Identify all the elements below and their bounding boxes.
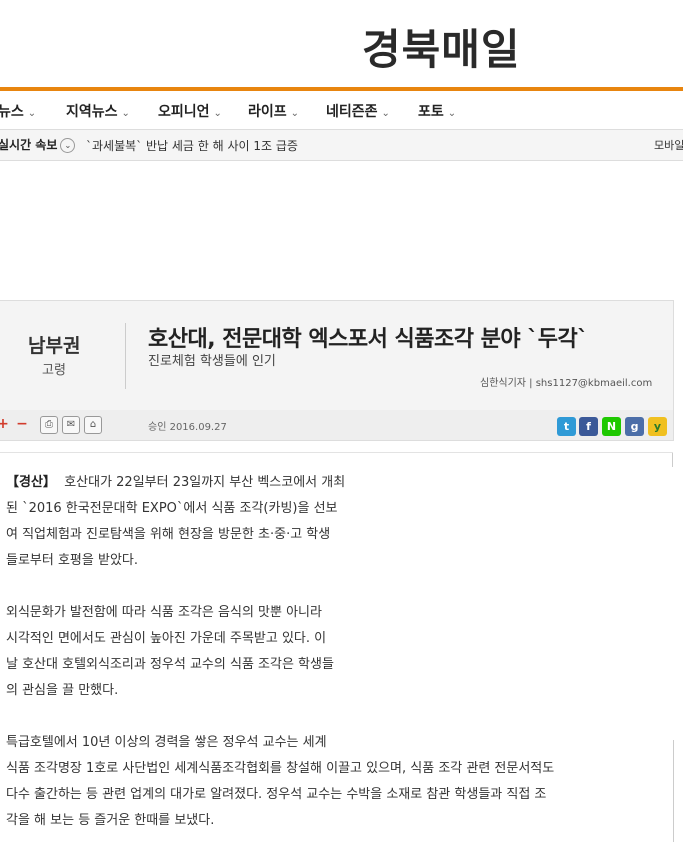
font-decrease-button[interactable]: − [15,417,29,431]
nav-item-photo[interactable]: 포토 ⌄ [418,101,456,121]
divider [125,323,126,389]
content-border [673,740,674,842]
paragraph-line-text: 호산대가 22일부터 23일까지 부산 벡스코에서 개최 [64,475,346,490]
nav-item-life[interactable]: 라이프 ⌄ [248,101,299,121]
paragraph-line: 여 직업체험과 진로탐색을 위해 현장을 방문한 초·중·고 학생 [6,527,331,542]
chevron-down-icon: ⌄ [381,108,390,119]
yozm-icon[interactable]: y [648,417,667,436]
article-byline[interactable]: 심한식기자 | shs1127@kbmaeil.com [480,374,652,389]
paragraph-line: 들로부터 호평을 받았다. [6,553,138,568]
mobile-link[interactable]: 모바일 [654,137,683,153]
article-body: 【경산】 호산대가 22일부터 23일까지 부산 벡스코에서 개최 된 `201… [6,470,656,860]
nav-item-local-news[interactable]: 지역뉴스 ⌄ [66,101,130,121]
nav-item-label: 오피니언 [158,104,210,120]
content-divider [0,452,673,453]
article-subheadline: 진로체험 학생들에 인기 [148,354,276,369]
google-icon[interactable]: g [625,417,644,436]
twitter-icon[interactable]: t [557,417,576,436]
nav-item-label: 라이프 [248,104,287,120]
paragraph-line: 의 관심을 끌 만했다. [6,683,119,698]
article-header: 남부권 고령 호산대, 전문대학 엑스포서 식품조각 분야 `두각` 진로체험 … [0,300,674,412]
paragraph-line: 된 `2016 한국전문대학 EXPO`에서 식품 조각(카빙)을 선보 [6,501,338,516]
chevron-down-icon: ⌄ [213,108,222,119]
facebook-icon[interactable]: f [579,417,598,436]
ticker-label: 실시간 속보 ⌄ [0,136,76,153]
naver-icon[interactable]: N [602,417,621,436]
article-section[interactable]: 남부권 [28,331,80,358]
nav-item-label: 포토 [418,104,444,120]
paragraph-line: 【경산】 호산대가 22일부터 23일까지 부산 벡스코에서 개최 [6,470,656,496]
ticker-label-text: 실시간 속보 [0,138,58,152]
nav-item-netizen[interactable]: 네티즌존 ⌄ [326,101,390,121]
main-nav: 뉴스 ⌄ 지역뉴스 ⌄ 오피니언 ⌄ 라이프 ⌄ 네티즌존 ⌄ 포토 ⌄ [0,91,683,130]
scrap-icon[interactable]: ⌂ [84,416,102,434]
paragraph-line: 다수 출간하는 등 관련 업계의 대가로 알려졌다. 정우석 교수는 수박을 소… [6,787,547,802]
font-increase-button[interactable]: + [0,417,10,431]
article-paragraph: 외식문화가 발전함에 따라 식품 조각은 음식의 맛뿐 아니라 시각적인 면에서… [6,600,656,704]
paragraph-line: 각을 해 보는 등 즐거운 한때를 보냈다. [6,813,215,828]
breaking-news-ticker: 실시간 속보 ⌄ `과세불복` 반납 세금 한 해 사이 1조 급증 모바일 [0,130,683,161]
nav-item-label: 네티즌존 [326,104,378,120]
article-headline: 호산대, 전문대학 엑스포서 식품조각 분야 `두각` [148,327,588,352]
chevron-down-icon: ⌄ [27,108,37,119]
nav-item-label: 지역뉴스 [66,104,118,120]
site-logo[interactable]: 경북매일 [362,16,521,77]
chevron-down-icon: ⌄ [121,108,130,119]
chevron-down-icon: ⌄ [290,108,300,119]
nav-item-opinion[interactable]: 오피니언 ⌄ [158,101,222,121]
chevron-down-icon[interactable]: ⌄ [60,138,76,153]
content-border [672,453,673,467]
paragraph-line: 식품 조각명장 1호로 사단법인 세계식품조각협회를 창설해 이끌고 있으며, … [6,761,555,776]
paragraph-line: 외식문화가 발전함에 따라 식품 조각은 음식의 맛뿐 아니라 [6,605,322,620]
ticker-headline-link[interactable]: `과세불복` 반납 세금 한 해 사이 1조 급증 [86,137,298,154]
published-date: 승인 2016.09.27 [148,422,227,433]
article-subsection[interactable]: 고령 [42,359,66,378]
paragraph-line: 특급호텔에서 10년 이상의 경력을 쌓은 정우석 교수는 세계 [6,735,327,750]
print-icon[interactable]: ⎙ [40,416,58,434]
nav-item-label: 뉴스 [0,104,24,120]
nav-item-news[interactable]: 뉴스 ⌄ [0,101,36,121]
article-dateline: 【경산】 [6,475,56,490]
paragraph-line: 시각적인 면에서도 관심이 높아진 가운데 주목받고 있다. 이 [6,631,327,646]
email-icon[interactable]: ✉ [62,416,80,434]
article-paragraph: 특급호텔에서 10년 이상의 경력을 쌓은 정우석 교수는 세계 식품 조각명장… [6,730,656,834]
article-toolbar: + − ⎙ ✉ ⌂ 승인 2016.09.27 t f N g y [0,410,674,441]
paragraph-line: 날 호산대 호텔외식조리과 정우석 교수의 식품 조각은 학생들 [6,657,334,672]
article-paragraph: 【경산】 호산대가 22일부터 23일까지 부산 벡스코에서 개최 된 `201… [6,470,656,574]
chevron-down-icon: ⌄ [447,108,457,119]
